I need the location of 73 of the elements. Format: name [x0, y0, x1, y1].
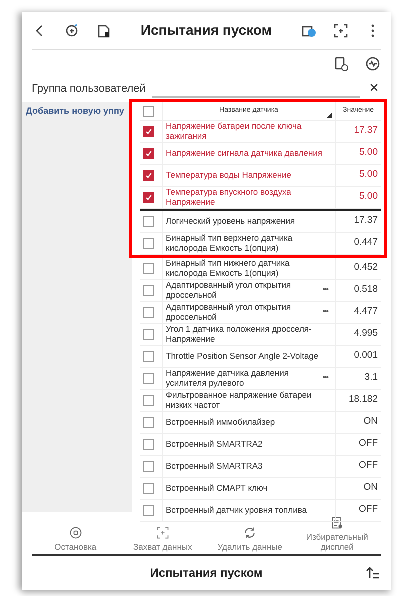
- checkbox[interactable]: [143, 395, 154, 406]
- table-cell: 18.182: [335, 390, 381, 411]
- capture-icon[interactable]: [333, 22, 349, 38]
- table-cell-text: Напряжение датчика давления усилителя рулевого: [166, 369, 290, 388]
- refresh-icon: [243, 526, 258, 540]
- table-cell: 4.995: [335, 324, 381, 345]
- gauge-icon[interactable]: [365, 56, 381, 72]
- table-cell: ON: [335, 412, 381, 433]
- checkbox[interactable]: [143, 170, 154, 181]
- checkbox[interactable]: [143, 307, 154, 318]
- table-cell: Встроенный SMARTRA3: [166, 462, 263, 472]
- table-cell: 0.452: [335, 258, 381, 279]
- checkbox[interactable]: [143, 216, 154, 227]
- table-cell: Throttle Position Sensor Angle 2-Voltage: [166, 352, 319, 362]
- table-cell-text: Угол 1 датчика положения дросселя-Напряжение: [166, 325, 313, 344]
- more-button[interactable]: •••: [318, 308, 332, 317]
- capture-icon: [156, 526, 170, 540]
- checkbox[interactable]: [143, 351, 154, 362]
- checkbox[interactable]: [143, 329, 154, 340]
- table-cell-text: Бинарный тип нижнего датчика кислорода Емкость 1(опция): [166, 259, 291, 278]
- table-cell-text: Адаптированный угол открытия дроссельной: [166, 303, 292, 322]
- table-cell: Температура воды Напряжение: [166, 170, 292, 180]
- table-cell: Логический уровень напряжения: [166, 216, 296, 226]
- checkbox[interactable]: [143, 505, 154, 516]
- checkbox[interactable]: [143, 483, 154, 494]
- table-cell: OFF: [335, 456, 381, 477]
- checkbox[interactable]: [143, 238, 154, 249]
- checkbox[interactable]: [143, 192, 154, 203]
- table-cell: 17.37: [335, 121, 381, 142]
- toolbar-button[interactable]: Остановка: [32, 524, 120, 554]
- footer-title: Испытания пуском: [149, 565, 264, 582]
- group-label: Группа пользователей: [32, 82, 146, 97]
- table-cell: Напряжение сигнала датчика давления: [166, 148, 323, 158]
- table-cell-text: Фильтрованное напряжение батареи низких частот: [166, 391, 313, 410]
- toolbar-button[interactable]: Захват данных: [119, 524, 206, 554]
- table-cell: 5.00: [335, 143, 381, 164]
- checkbox[interactable]: [143, 461, 154, 472]
- checkbox[interactable]: [143, 285, 154, 296]
- checkbox[interactable]: [143, 126, 154, 137]
- table-cell: OFF: [335, 500, 381, 521]
- add-group-link[interactable]: Добавить новую уппу: [26, 106, 128, 117]
- checkbox[interactable]: [143, 148, 154, 159]
- table-cell: 4.477: [335, 302, 381, 323]
- table-cell-text: Бинарный тип верхнего датчика кислорода Емкость 1(опция): [166, 234, 294, 253]
- table-cell: Встроенный датчик уровня топлива: [166, 506, 308, 516]
- checkbox[interactable]: [143, 263, 154, 274]
- checkbox[interactable]: [143, 417, 154, 428]
- table-cell-text: Температура впускного воздуха Напряжение: [166, 188, 292, 207]
- table-cell: 5.00: [335, 187, 381, 208]
- table-cell: 5.00: [335, 165, 381, 186]
- stop-icon: [68, 526, 83, 540]
- table-cell: 3.1: [335, 368, 381, 389]
- table-cell: Встроенный СМАРТ ключ: [166, 484, 268, 494]
- table-cell: Встроенный иммобилайзер: [166, 418, 276, 428]
- select-all-checkbox[interactable]: [143, 106, 154, 116]
- table-cell: 17.37: [335, 211, 381, 232]
- table-cell: 0.447: [335, 233, 381, 254]
- table-cell: 0.518: [335, 280, 381, 301]
- more-button[interactable]: •••: [318, 286, 332, 295]
- table-cell: 0.001: [335, 346, 381, 367]
- toolbar-button[interactable]: Удалить данные: [206, 524, 294, 554]
- list-icon: [330, 516, 344, 530]
- table-cell: Встроенный SMARTRA2: [166, 440, 263, 450]
- close-button[interactable]: ×: [368, 81, 381, 97]
- table-cell-text: Напряжение батареи после ключа зажигания: [166, 122, 303, 141]
- table-cell: ON: [335, 478, 381, 499]
- checkbox[interactable]: [143, 439, 154, 450]
- document-icon[interactable]: [96, 22, 112, 38]
- more-button[interactable]: •••: [318, 374, 332, 383]
- table-cell: OFF: [335, 434, 381, 455]
- window-title: Испытания пуском: [140, 21, 274, 40]
- table-cell-text: Адаптированный угол открытия дроссельной: [166, 281, 292, 300]
- checkbox[interactable]: [143, 373, 154, 384]
